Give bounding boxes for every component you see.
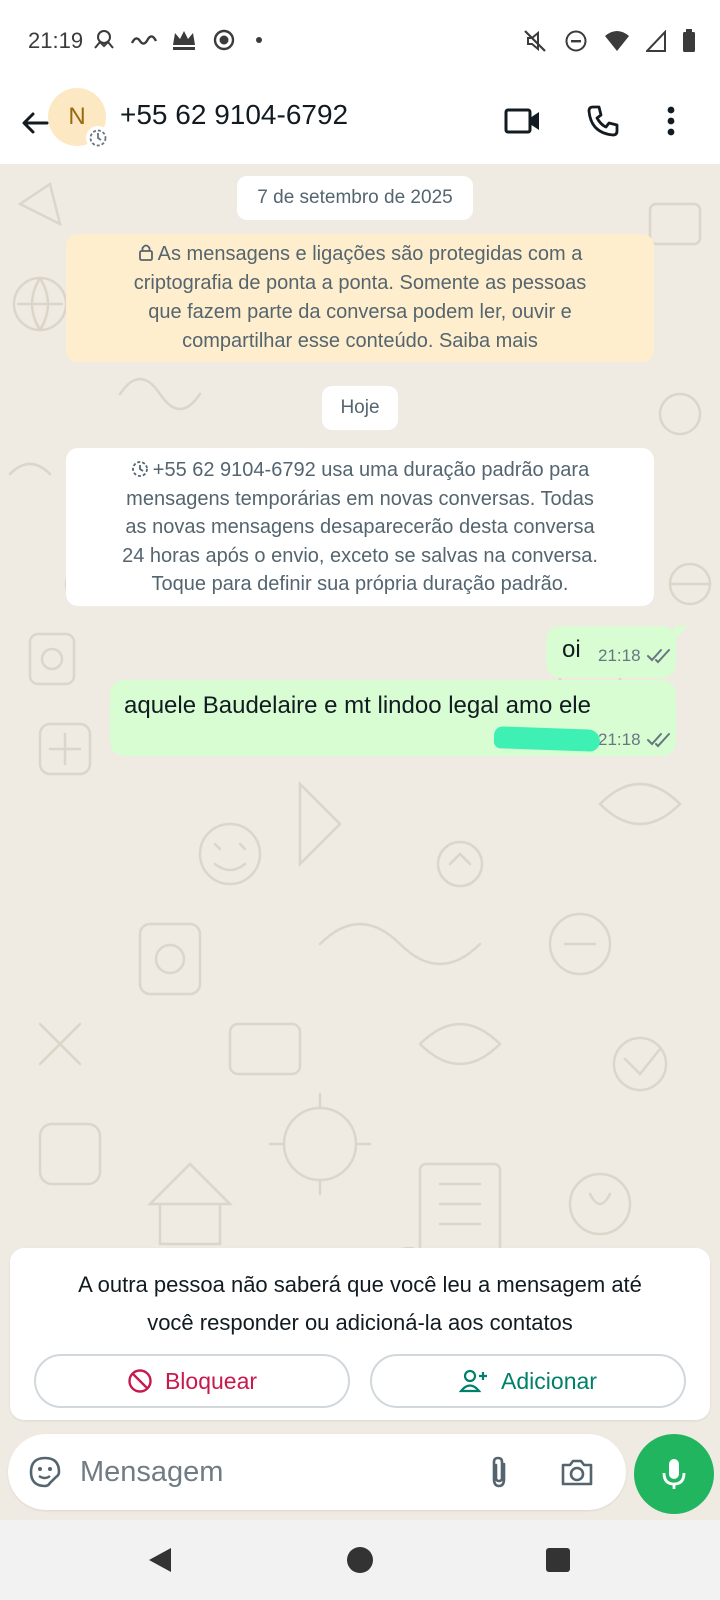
encryption-text-1: As mensagens e ligações são protegidas c… bbox=[157, 243, 583, 265]
video-call-icon[interactable] bbox=[498, 96, 548, 146]
lock-icon bbox=[138, 244, 153, 261]
mute-icon bbox=[522, 28, 548, 59]
system-status-icons bbox=[522, 28, 696, 59]
block-icon bbox=[128, 1369, 152, 1393]
message-text: oi bbox=[562, 636, 581, 663]
add-label: Adicionar bbox=[501, 1367, 597, 1394]
read-receipt-notice: A outra pessoa não saberá que você leu a… bbox=[30, 1266, 690, 1342]
encryption-text-4: compartilhar esse conteúdo. bbox=[182, 330, 434, 352]
add-contact-button[interactable]: Adicionar bbox=[370, 1354, 686, 1408]
voice-call-icon[interactable] bbox=[578, 96, 628, 146]
battery-icon bbox=[682, 29, 696, 58]
message-time: 21:18 bbox=[598, 730, 673, 750]
timer-icon bbox=[131, 461, 148, 477]
bubble-tail bbox=[674, 626, 688, 640]
learn-more-link[interactable]: Saiba mais bbox=[439, 330, 538, 352]
status-time: 21:19 bbox=[28, 28, 84, 53]
encryption-line-2: criptografia de ponta a ponta. Somente a… bbox=[133, 272, 587, 294]
dnd-icon bbox=[564, 29, 588, 58]
ifood-notification-icon bbox=[130, 26, 158, 54]
attach-icon[interactable] bbox=[474, 1447, 524, 1497]
game-notification-icon bbox=[90, 26, 118, 54]
highlighter-scribble bbox=[493, 726, 601, 752]
block-label: Bloquear bbox=[164, 1367, 258, 1394]
message-composer bbox=[8, 1434, 626, 1510]
encryption-line-1: As mensagens e ligações são protegidas c… bbox=[82, 240, 638, 269]
block-button[interactable]: Bloquear bbox=[34, 1354, 350, 1408]
encryption-line-3: que fazem parte da conversa podem ler, o… bbox=[148, 301, 572, 323]
more-vert-icon[interactable] bbox=[646, 96, 696, 146]
date-chip-label: 7 de setembro de 2025 bbox=[257, 187, 453, 208]
today-chip-label: Hoje bbox=[340, 397, 380, 418]
contact-name[interactable]: +55 62 9104-6792 bbox=[120, 99, 348, 131]
status-bar: 21:19 bbox=[0, 0, 720, 82]
system-nav-bar bbox=[0, 1520, 720, 1600]
unknown-contact-card: A outra pessoa não saberá que você leu a… bbox=[10, 1248, 710, 1420]
system-line-3: as novas mensagens desaparecerão desta c… bbox=[125, 516, 595, 538]
nav-recents-icon[interactable] bbox=[534, 1536, 582, 1584]
signal-icon bbox=[644, 29, 666, 57]
message-input[interactable] bbox=[80, 1450, 460, 1494]
notification-icons bbox=[90, 26, 262, 54]
nav-home-icon[interactable] bbox=[336, 1536, 384, 1584]
double-check-icon bbox=[646, 649, 670, 664]
notice-line-1: A outra pessoa não saberá que você leu a… bbox=[78, 1272, 642, 1297]
encryption-line-4: compartilhar esse conteúdo. Saiba mais bbox=[82, 327, 638, 356]
disappearing-messages-notice[interactable]: +55 62 9104-6792 usa uma duração padrão … bbox=[66, 448, 654, 606]
add-person-icon bbox=[459, 1369, 488, 1393]
message-time: 21:18 bbox=[598, 646, 673, 666]
voice-message-button[interactable] bbox=[634, 1434, 714, 1514]
camera-icon[interactable] bbox=[552, 1447, 602, 1497]
notice-line-2: você responder ou adicioná-la aos contat… bbox=[147, 1310, 573, 1335]
today-chip: Hoje bbox=[322, 386, 398, 430]
wifi-icon bbox=[604, 30, 630, 57]
message-time-label: 21:18 bbox=[598, 646, 641, 665]
encryption-notice[interactable]: As mensagens e ligações são protegidas c… bbox=[66, 234, 654, 362]
nav-back-icon[interactable] bbox=[136, 1536, 184, 1584]
chat-header: N +55 62 9104-6792 bbox=[0, 82, 720, 164]
crown-notification-icon bbox=[170, 26, 198, 54]
date-chip: 7 de setembro de 2025 bbox=[237, 176, 473, 220]
system-line-4: 24 horas após o envio, exceto se salvas … bbox=[122, 544, 598, 567]
avatar-letter: N bbox=[68, 103, 86, 130]
message-time-label: 21:18 bbox=[598, 730, 641, 749]
mic-icon bbox=[662, 1459, 686, 1489]
system-line-5: Toque para definir sua própria duração p… bbox=[151, 573, 569, 595]
system-line-2: mensagens temporárias em novas conversas… bbox=[126, 487, 594, 510]
message-text: aquele Baudelaire e mt lindoo legal amo … bbox=[124, 692, 591, 719]
system-text-1: +55 62 9104-6792 usa uma duração padrão … bbox=[152, 459, 590, 481]
sticker-icon[interactable] bbox=[20, 1447, 70, 1497]
system-line-1: +55 62 9104-6792 usa uma duração padrão … bbox=[82, 456, 638, 485]
message-bubble-outgoing[interactable]: oi 21:18 bbox=[546, 626, 676, 678]
double-check-icon bbox=[646, 733, 670, 748]
record-notification-icon bbox=[210, 26, 238, 54]
disappearing-timer-icon bbox=[86, 126, 110, 150]
more-dot-icon bbox=[256, 37, 262, 43]
